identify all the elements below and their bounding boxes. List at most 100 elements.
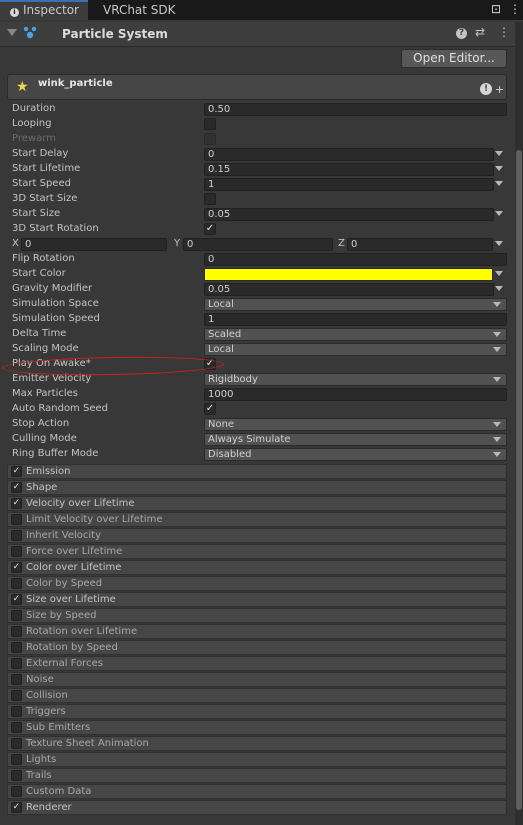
lock-icon[interactable]: ⊡ [491,2,501,16]
module-force-over-lifetime[interactable]: Force over Lifetime [7,544,507,559]
emitter-velocity-dropdown[interactable]: Rigidbody [204,373,507,386]
particle-system-header[interactable]: ★ wink_particle ! + [7,74,507,100]
max-particles-field[interactable]: 1000 [204,388,507,401]
module-checkbox[interactable] [11,514,22,525]
warning-info-icon[interactable]: ! [480,83,492,95]
module-custom-data[interactable]: Custom Data [7,784,507,799]
module-triggers[interactable]: Triggers [7,704,507,719]
foldout-arrow-icon[interactable] [7,29,17,36]
start-color-swatch[interactable] [204,268,493,281]
culling-mode-dropdown[interactable]: Always Simulate [204,433,507,446]
module-checkbox[interactable]: ✓ [11,498,22,509]
simulation-speed-field[interactable]: 1 [204,313,507,326]
start-lifetime-mode-dropdown-icon[interactable] [495,166,503,171]
start-color-mode-dropdown-icon[interactable] [495,271,503,276]
start-rotation-mode-dropdown-icon[interactable] [495,241,503,246]
3d-start-rotation-checkbox[interactable]: ✓ [204,223,216,235]
culling-mode-value: Always Simulate [208,434,291,445]
module-checkbox[interactable] [11,674,22,685]
tab-menu-icon[interactable]: ⋮ [509,2,521,16]
module-noise[interactable]: Noise [7,672,507,687]
rotation-y-field[interactable]: 0 [183,238,333,251]
module-checkbox[interactable]: ✓ [11,466,22,477]
looping-checkbox[interactable] [204,118,216,130]
stop-action-dropdown[interactable]: None [204,418,507,431]
module-renderer[interactable]: ✓ Renderer [7,800,507,815]
module-checkbox[interactable] [11,642,22,653]
help-icon[interactable]: ? [456,28,467,39]
module-checkbox[interactable]: ✓ [11,802,22,813]
start-lifetime-field[interactable]: 0.15 [204,163,494,176]
module-texture-sheet-animation[interactable]: Texture Sheet Animation [7,736,507,751]
module-size-over-lifetime[interactable]: ✓ Size over Lifetime [7,592,507,607]
module-color-by-speed[interactable]: Color by Speed [7,576,507,591]
module-inherit-velocity[interactable]: Inherit Velocity [7,528,507,543]
add-icon[interactable]: + [495,84,504,95]
module-checkbox[interactable] [11,770,22,781]
3d-start-size-checkbox[interactable] [204,193,216,205]
scaling-mode-dropdown[interactable]: Local [204,343,507,356]
start-lifetime-label: Start Lifetime [12,163,81,174]
module-label: Force over Lifetime [26,546,123,557]
module-checkbox[interactable]: ✓ [11,562,22,573]
flip-rotation-field[interactable]: 0 [204,253,507,266]
gravity-modifier-mode-dropdown-icon[interactable] [495,286,503,291]
module-checkbox[interactable] [11,626,22,637]
module-checkbox[interactable] [11,546,22,557]
module-checkbox[interactable] [11,658,22,669]
module-checkbox[interactable] [11,530,22,541]
module-checkbox[interactable] [11,786,22,797]
module-rotation-by-speed[interactable]: Rotation by Speed [7,640,507,655]
module-checkbox[interactable] [11,610,22,621]
start-speed-mode-dropdown-icon[interactable] [495,181,503,186]
start-delay-mode-dropdown-icon[interactable] [495,151,503,156]
rotation-x-field[interactable]: 0 [21,238,167,251]
start-size-mode-dropdown-icon[interactable] [495,211,503,216]
start-speed-field[interactable]: 1 [204,178,494,191]
module-size-by-speed[interactable]: Size by Speed [7,608,507,623]
module-checkbox[interactable] [11,578,22,589]
simulation-space-dropdown[interactable]: Local [204,298,507,311]
gravity-modifier-label: Gravity Modifier [12,283,93,294]
module-velocity-over-lifetime[interactable]: ✓ Velocity over Lifetime [7,496,507,511]
rotation-x-label: X [12,238,19,249]
stop-action-value: None [208,419,235,430]
row-looping: Looping [0,117,512,132]
module-emission[interactable]: ✓ Emission [7,464,507,479]
module-lights[interactable]: Lights [7,752,507,767]
gravity-modifier-field[interactable]: 0.05 [204,283,494,296]
scrollbar-thumb[interactable] [516,150,522,810]
prewarm-checkbox[interactable] [204,133,216,145]
tab-inspector[interactable]: i Inspector [0,0,88,20]
ring-buffer-mode-dropdown[interactable]: Disabled [204,448,507,461]
module-checkbox[interactable] [11,722,22,733]
chevron-down-icon [493,347,501,352]
module-checkbox[interactable] [11,738,22,749]
module-collision[interactable]: Collision [7,688,507,703]
module-color-over-lifetime[interactable]: ✓ Color over Lifetime [7,560,507,575]
module-checkbox[interactable] [11,690,22,701]
module-external-forces[interactable]: External Forces [7,656,507,671]
module-checkbox[interactable]: ✓ [11,594,22,605]
component-menu-icon[interactable]: ⋮ [498,25,510,39]
module-trails[interactable]: Trails [7,768,507,783]
module-limit-velocity-over-lifetime[interactable]: Limit Velocity over Lifetime [7,512,507,527]
start-delay-field[interactable]: 0 [204,148,494,161]
duration-field[interactable]: 0.50 [204,103,507,116]
start-size-field[interactable]: 0.05 [204,208,494,221]
module-checkbox[interactable] [11,706,22,717]
tab-vrchat-sdk[interactable]: VRChat SDK [103,0,176,20]
preset-icon[interactable]: ⇄ [475,25,485,39]
module-rotation-over-lifetime[interactable]: Rotation over Lifetime [7,624,507,639]
auto-random-seed-checkbox[interactable]: ✓ [204,403,216,415]
particle-system-icon [23,26,37,39]
module-shape[interactable]: ✓ Shape [7,480,507,495]
module-checkbox[interactable] [11,754,22,765]
component-header[interactable]: Particle System ? ⇄ ⋮ [0,22,515,47]
module-sub-emitters[interactable]: Sub Emitters [7,720,507,735]
module-label: Size over Lifetime [26,594,116,605]
open-editor-button[interactable]: Open Editor... [401,49,507,68]
rotation-z-field[interactable]: 0 [347,238,493,251]
module-checkbox[interactable]: ✓ [11,482,22,493]
delta-time-dropdown[interactable]: Scaled [204,328,507,341]
